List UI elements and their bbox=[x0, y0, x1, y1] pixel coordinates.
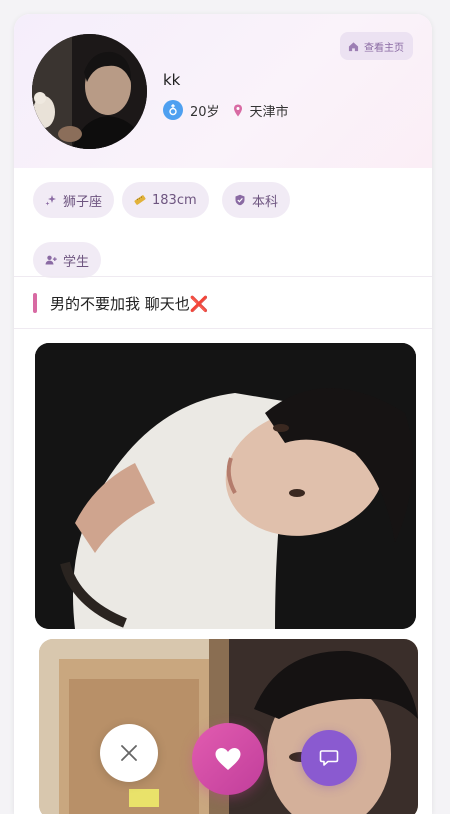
heart-icon bbox=[215, 748, 241, 770]
profile-photo-1[interactable] bbox=[35, 343, 416, 629]
profile-card: 查看主页 kk 20岁 天津市 狮子座 183cm 本科 学生 男的不要加我 聊… bbox=[14, 14, 432, 814]
chat-bubble-icon bbox=[319, 750, 339, 766]
profile-meta: 20岁 天津市 bbox=[163, 100, 289, 120]
tag-height[interactable]: 183cm bbox=[122, 182, 209, 218]
divider bbox=[14, 328, 432, 329]
shield-check-icon bbox=[235, 194, 245, 206]
like-button[interactable] bbox=[192, 723, 264, 795]
dislike-button[interactable] bbox=[100, 724, 158, 782]
location-pin-icon bbox=[233, 104, 243, 117]
view-homepage-label: 查看主页 bbox=[364, 42, 404, 54]
tag-education[interactable]: 本科 bbox=[222, 182, 291, 218]
age-text: 20岁 bbox=[190, 104, 220, 120]
photo-image bbox=[35, 343, 416, 629]
city-text: 天津市 bbox=[249, 104, 289, 120]
tag-zodiac[interactable]: 狮子座 bbox=[33, 182, 115, 218]
ruler-icon bbox=[134, 195, 146, 205]
tag-label: 学生 bbox=[63, 254, 90, 270]
tag-label: 狮子座 bbox=[63, 194, 103, 210]
nickname: kk bbox=[163, 71, 181, 89]
tag-label: 183cm bbox=[152, 192, 197, 208]
tag-label: 本科 bbox=[252, 194, 279, 210]
sparkle-icon bbox=[45, 195, 56, 206]
profile-header: 查看主页 kk 20岁 天津市 bbox=[14, 14, 432, 168]
bio-text: 男的不要加我 聊天也❌ bbox=[50, 294, 209, 313]
divider bbox=[14, 276, 432, 277]
bio-accent-bar bbox=[33, 293, 37, 313]
home-icon bbox=[348, 41, 359, 51]
chat-button[interactable] bbox=[301, 730, 357, 786]
tag-occupation[interactable]: 学生 bbox=[33, 242, 102, 278]
male-icon bbox=[163, 100, 183, 120]
avatar-image bbox=[32, 34, 147, 149]
close-icon bbox=[121, 745, 137, 761]
bio: 男的不要加我 聊天也❌ bbox=[33, 292, 208, 314]
avatar[interactable] bbox=[32, 34, 147, 149]
user-plus-icon bbox=[45, 255, 57, 265]
view-homepage-button[interactable]: 查看主页 bbox=[340, 32, 413, 60]
